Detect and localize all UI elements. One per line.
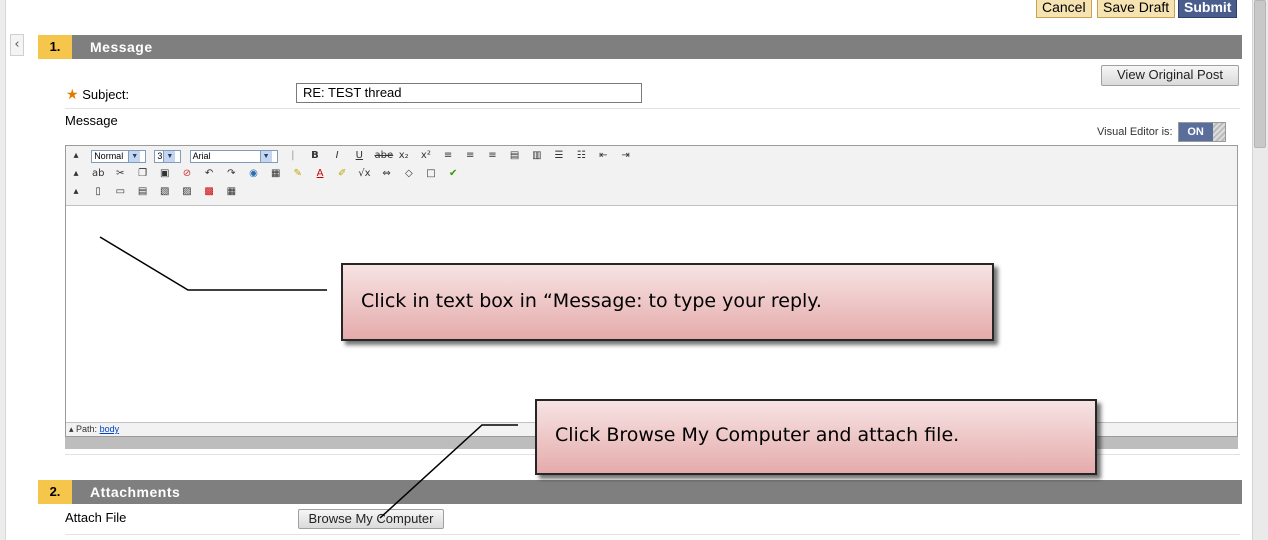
message-callout-pointer xyxy=(99,236,327,291)
message-callout: Click in text box in “Message: to type y… xyxy=(341,263,994,341)
browse-callout-pointer xyxy=(379,424,518,519)
browse-callout: Click Browse My Computer and attach file… xyxy=(535,399,1097,475)
